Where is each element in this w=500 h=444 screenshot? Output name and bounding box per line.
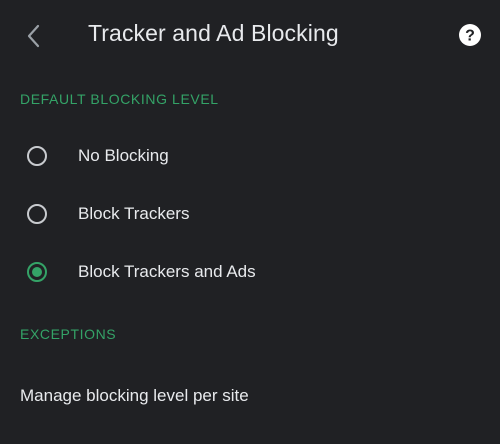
svg-text:?: ? <box>465 28 475 45</box>
section-header-exceptions: EXCEPTIONS <box>20 326 117 342</box>
radio-option-block-trackers-and-ads[interactable]: Block Trackers and Ads <box>0 246 500 302</box>
radio-option-label: Block Trackers <box>78 204 190 223</box>
back-button[interactable] <box>14 14 54 58</box>
page-title: Tracker and Ad Blocking <box>88 20 339 46</box>
list-item-label: Manage blocking level per site <box>20 386 249 405</box>
radio-option-label: Block Trackers and Ads <box>78 262 256 281</box>
chevron-left-icon <box>27 24 40 48</box>
section-header-default-blocking-level: DEFAULT BLOCKING LEVEL <box>20 91 219 107</box>
help-circle-icon: ? <box>459 24 481 46</box>
manage-blocking-per-site-item[interactable]: Manage blocking level per site <box>0 368 500 424</box>
app-bar: Tracker and Ad Blocking ? <box>0 0 500 72</box>
radio-option-no-blocking[interactable]: No Blocking <box>0 130 500 186</box>
radio-button-unchecked[interactable] <box>27 204 47 224</box>
radio-button-checked[interactable] <box>27 262 47 282</box>
radio-button-unchecked[interactable] <box>27 146 47 166</box>
radio-option-label: No Blocking <box>78 146 169 165</box>
radio-option-block-trackers[interactable]: Block Trackers <box>0 188 500 244</box>
help-button[interactable]: ? <box>458 23 482 47</box>
